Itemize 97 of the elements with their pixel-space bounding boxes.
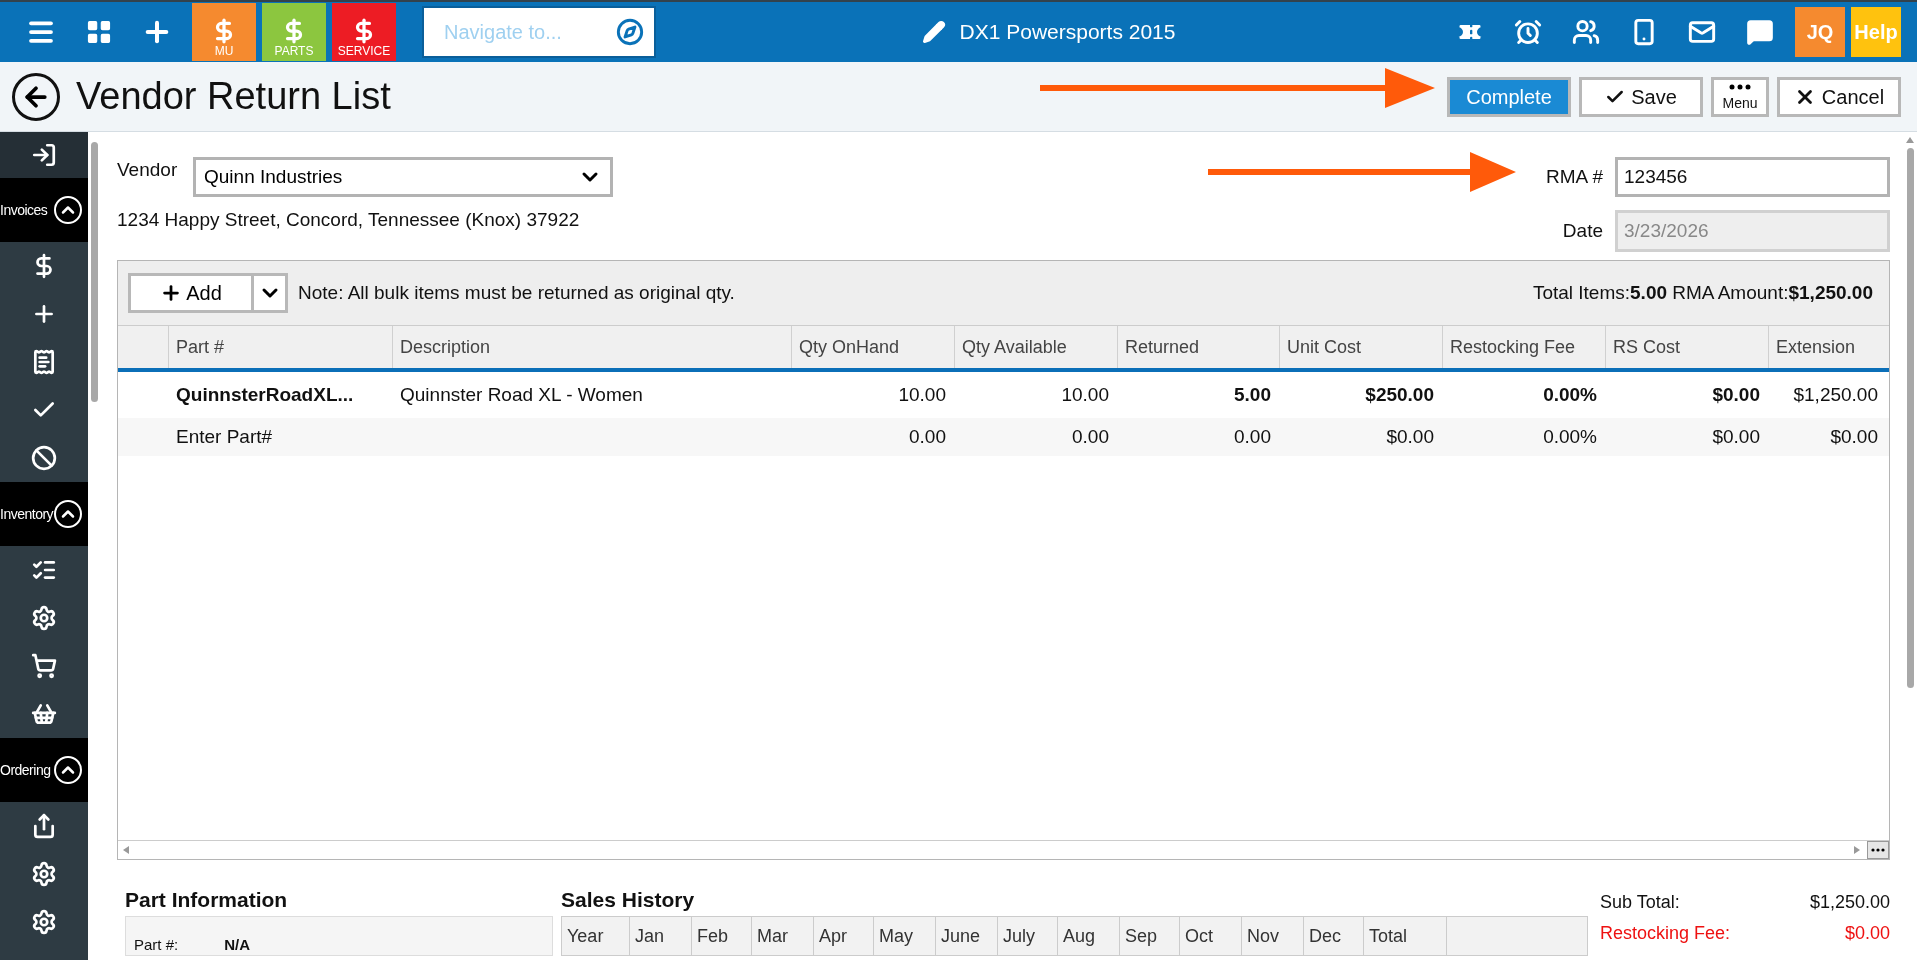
basket-icon bbox=[31, 701, 57, 727]
rma-field[interactable]: 123456 bbox=[1615, 157, 1890, 197]
column-header: Sep bbox=[1120, 917, 1180, 955]
column-header: Total bbox=[1364, 917, 1447, 955]
table-cell[interactable]: Enter Part# bbox=[168, 418, 392, 456]
complete-button[interactable]: Complete bbox=[1447, 76, 1571, 117]
column-header: Feb bbox=[692, 917, 752, 955]
add-button[interactable]: Add bbox=[128, 273, 254, 313]
table-cell[interactable]: 5.00 bbox=[1117, 372, 1279, 418]
column-header: Mar bbox=[752, 917, 814, 955]
column-header: Oct bbox=[1180, 917, 1242, 955]
summary-label: Restocking Fee: bbox=[1600, 923, 1731, 944]
gear-icon bbox=[31, 605, 57, 631]
section-title: Sales History bbox=[561, 888, 696, 912]
ban-icon bbox=[31, 445, 57, 471]
table-cell[interactable]: $250.00 bbox=[1279, 372, 1442, 418]
table-cell[interactable]: $0.00 bbox=[1279, 418, 1442, 456]
cart-icon bbox=[31, 653, 57, 679]
column-header: July bbox=[998, 917, 1058, 955]
table-cell[interactable]: $0.00 bbox=[1605, 418, 1768, 456]
section-label: Invoices bbox=[0, 202, 48, 218]
gear-icon bbox=[31, 909, 57, 935]
chat-icon bbox=[1746, 18, 1774, 46]
more-icon bbox=[1729, 83, 1751, 90]
vendor-select[interactable]: Quinn Industries bbox=[193, 157, 613, 197]
alarm-clock-icon bbox=[1514, 18, 1542, 46]
table-cell-text: 0.00 bbox=[908, 425, 947, 449]
compass-icon bbox=[616, 18, 644, 46]
column-header[interactable]: RS Cost bbox=[1605, 326, 1768, 368]
column-header: Dec bbox=[1304, 917, 1364, 955]
scroll-right-icon[interactable] bbox=[1853, 846, 1861, 854]
date-label: Date bbox=[1562, 220, 1603, 242]
field-label: Part #: bbox=[134, 936, 179, 953]
note-text: Note: All bulk items must be returned as original qty. bbox=[298, 282, 736, 304]
totals-text: Total Items:5.00 RMA Amount:$1,250.00 bbox=[1532, 282, 1873, 304]
navigate-field[interactable]: Navigate to... bbox=[422, 6, 656, 58]
table-cell[interactable]: 0.00 bbox=[1117, 418, 1279, 456]
table-cell-text: $0.00 bbox=[1829, 425, 1879, 449]
module-tile[interactable]: SERVICE bbox=[332, 3, 396, 61]
more-icon bbox=[1871, 848, 1885, 852]
section-header[interactable]: Ordering bbox=[0, 738, 88, 802]
table-cell-text: 10.00 bbox=[1060, 383, 1110, 407]
section-header[interactable]: Inventory bbox=[0, 482, 88, 546]
app-title: DX1 Powersports 2015 bbox=[959, 20, 1176, 44]
column-header[interactable]: Part # bbox=[168, 326, 392, 368]
column-header: Nov bbox=[1242, 917, 1304, 955]
section-label: Inventory bbox=[0, 506, 54, 522]
table-cell[interactable]: 0.00% bbox=[1442, 418, 1605, 456]
column-header: Aug bbox=[1058, 917, 1120, 955]
table-cell-text: 0.00 bbox=[1071, 425, 1110, 449]
section-title: Part Information bbox=[125, 888, 289, 912]
page-title: Vendor Return List bbox=[76, 75, 391, 118]
gear-icon bbox=[31, 861, 57, 887]
menu-button[interactable]: Menu bbox=[1711, 76, 1769, 117]
column-header: Apr bbox=[814, 917, 874, 955]
column-header[interactable]: Qty OnHand bbox=[791, 326, 954, 368]
users-icon bbox=[1572, 18, 1600, 46]
column-header[interactable]: Restocking Fee bbox=[1442, 326, 1605, 368]
column-header: Jan bbox=[630, 917, 692, 955]
table-cell[interactable]: $0.00 bbox=[1605, 372, 1768, 418]
table-cell-text: Quinnster Road XL - Women bbox=[399, 383, 644, 407]
scroll-up-icon[interactable] bbox=[1906, 136, 1914, 144]
column-header[interactable]: Extension bbox=[1768, 326, 1886, 368]
back-button[interactable] bbox=[12, 72, 60, 121]
table-cell[interactable]: 0.00% bbox=[1442, 372, 1605, 418]
collapse-button[interactable] bbox=[0, 132, 88, 178]
column-header[interactable]: Unit Cost bbox=[1279, 326, 1442, 368]
field-value: N/A bbox=[224, 936, 251, 953]
summary-value: $1,250.00 bbox=[1809, 892, 1890, 913]
scrollbar-thumb[interactable] bbox=[1906, 148, 1914, 688]
column-header[interactable]: Qty Available bbox=[954, 326, 1117, 368]
table-cell[interactable]: QuinnsterRoadXL... bbox=[168, 372, 392, 418]
table-cell-text: 10.00 bbox=[897, 383, 947, 407]
vendor-label: Vendor bbox=[117, 159, 179, 181]
mail-icon bbox=[1688, 18, 1716, 46]
column-header: June bbox=[936, 917, 998, 955]
dropdown-button[interactable] bbox=[254, 273, 288, 313]
section-label: Ordering bbox=[0, 762, 51, 778]
rma-label: RMA # bbox=[1545, 166, 1603, 188]
summary-value: $0.00 bbox=[1844, 923, 1890, 944]
column-header[interactable]: Returned bbox=[1117, 326, 1279, 368]
receipt-icon bbox=[31, 349, 57, 375]
more-button[interactable] bbox=[1867, 841, 1889, 859]
column-header[interactable]: Description bbox=[392, 326, 791, 368]
vendor-address: 1234 Happy Street, Concord, Tennessee (Knox) 37922 bbox=[117, 209, 581, 231]
section-header[interactable]: Invoices bbox=[0, 178, 88, 242]
summary-label: Sub Total: bbox=[1600, 892, 1680, 913]
scroll-left-icon[interactable] bbox=[122, 846, 130, 854]
grid-icon bbox=[85, 18, 113, 46]
pencil-icon bbox=[921, 20, 946, 44]
share-icon bbox=[31, 813, 57, 839]
column-header: Year bbox=[562, 917, 630, 955]
cancel-button[interactable]: Cancel bbox=[1777, 76, 1901, 117]
exit-icon bbox=[31, 142, 57, 168]
table-cell-text: $1,250.00 bbox=[1792, 383, 1879, 407]
column-header: May bbox=[874, 917, 936, 955]
save-button[interactable]: Save bbox=[1579, 76, 1703, 117]
